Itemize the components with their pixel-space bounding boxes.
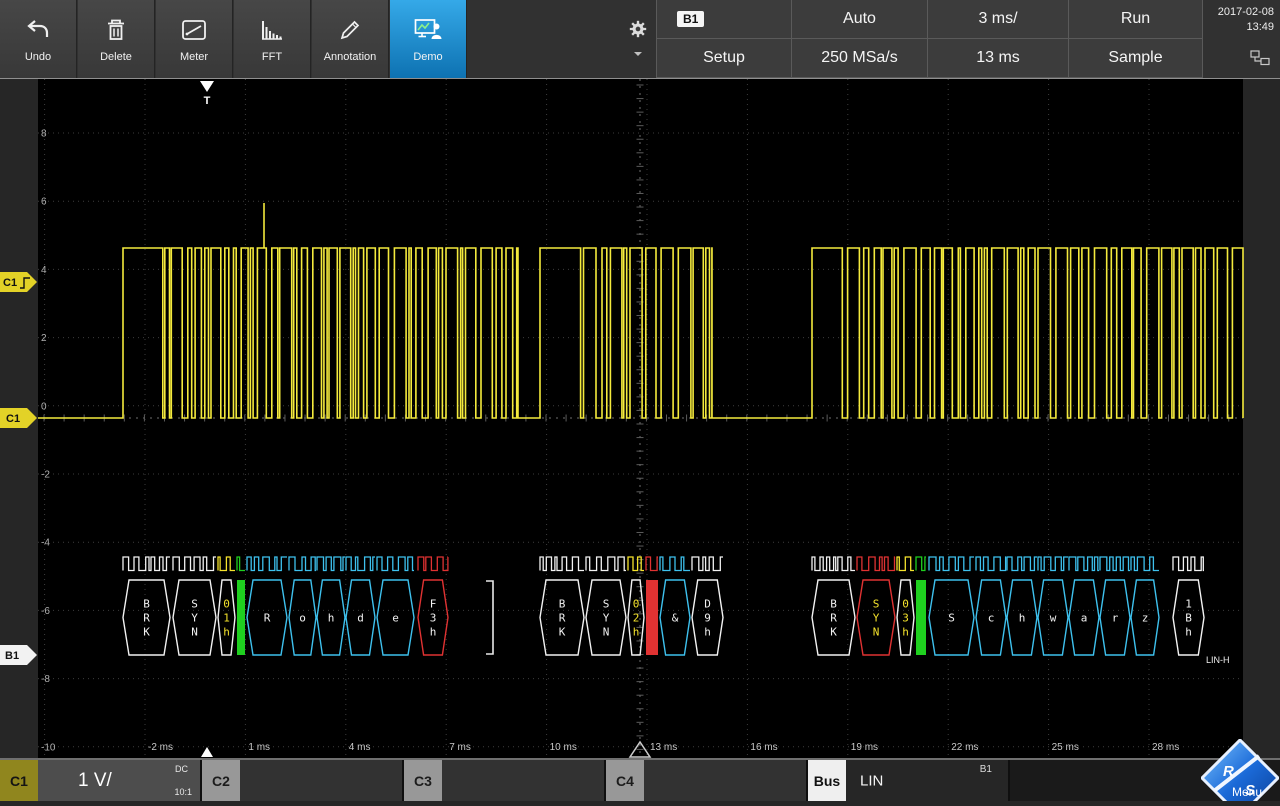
annotation-label: Annotation: [324, 51, 377, 63]
datetime: 2017-02-08 13:49: [1218, 5, 1274, 35]
channel-c1-label: C1: [6, 413, 20, 425]
c2-label: C2: [202, 760, 240, 801]
gear-icon: [628, 19, 648, 42]
meter-button[interactable]: Meter: [156, 0, 233, 78]
status-run-state[interactable]: Run: [1069, 0, 1202, 38]
graticule-area[interactable]: [38, 79, 1243, 758]
fft-icon: [259, 18, 285, 45]
meter-label: Meter: [180, 51, 208, 63]
trigger-edge-icon: [20, 278, 30, 288]
demo-label: Demo: [413, 51, 442, 63]
fft-label: FFT: [262, 51, 282, 63]
c1-coupling: DC: [175, 764, 188, 774]
status-acquisition-time[interactable]: 13 ms: [928, 39, 1068, 77]
demo-icon: [414, 18, 442, 45]
toolbar-separator: [0, 78, 1280, 79]
status-timebase[interactable]: 3 ms/: [928, 0, 1068, 38]
bus-label: Bus: [808, 760, 846, 801]
trash-icon: [105, 18, 127, 45]
undo-button[interactable]: Undo: [0, 0, 77, 78]
chevron-down-icon: [634, 52, 642, 60]
status-acquisition-mode[interactable]: Sample: [1069, 39, 1202, 77]
trigger-level-tag[interactable]: C1: [0, 272, 37, 292]
bus-b1-label: B1: [5, 650, 19, 662]
channel-tab-c1[interactable]: C1 1 V/ DC 10:1: [0, 760, 200, 801]
c3-label: C3: [404, 760, 442, 801]
meter-icon: [181, 18, 207, 45]
channel-tab-c3[interactable]: C3: [404, 760, 604, 801]
trigger-level-label: C1: [3, 277, 17, 289]
delete-button[interactable]: Delete: [78, 0, 155, 78]
status-bus-cell[interactable]: B1: [657, 0, 791, 38]
undo-label: Undo: [25, 51, 51, 63]
b1-badge: B1: [677, 11, 704, 27]
c1-probe: 10:1: [174, 787, 192, 797]
status-trigger-mode[interactable]: Auto: [792, 0, 927, 38]
settings-button[interactable]: [618, 0, 658, 78]
channel-tab-c2[interactable]: C2: [202, 760, 402, 801]
svg-text:R: R: [1223, 763, 1234, 780]
demo-button[interactable]: Demo: [390, 0, 467, 78]
status-setup[interactable]: Setup: [657, 39, 791, 77]
toolbar: Undo Delete Meter FFT Annotation Demo: [0, 0, 1280, 78]
channel-tab-c4[interactable]: C4: [606, 760, 806, 801]
status-sample-rate[interactable]: 250 MSa/s: [792, 39, 927, 77]
time-label: 13:49: [1218, 20, 1274, 35]
bus-tab[interactable]: Bus LIN B1: [808, 760, 1008, 801]
fft-button[interactable]: FFT: [234, 0, 311, 78]
date-label: 2017-02-08: [1218, 5, 1274, 20]
c1-label: C1: [0, 760, 38, 801]
status-bar: B1 Auto 3 ms/ Run Setup 250 MSa/s 13 ms …: [656, 0, 1203, 78]
bus-badge: B1: [980, 764, 992, 775]
channel-bar: C1 1 V/ DC 10:1 C2 C3 C4 Bus LIN B1: [0, 760, 1280, 801]
pencil-icon: [338, 18, 362, 45]
c1-scale: 1 V/: [78, 770, 112, 792]
delete-label: Delete: [100, 51, 132, 63]
network-icon: [1250, 50, 1270, 71]
channel-c1-tag[interactable]: C1: [0, 408, 37, 428]
bus-type: LIN: [860, 772, 883, 789]
c4-label: C4: [606, 760, 644, 801]
menu-button[interactable]: Menu: [1232, 785, 1262, 799]
undo-icon: [25, 18, 51, 45]
annotation-button[interactable]: Annotation: [312, 0, 389, 78]
bus-b1-tag[interactable]: B1: [0, 645, 37, 665]
